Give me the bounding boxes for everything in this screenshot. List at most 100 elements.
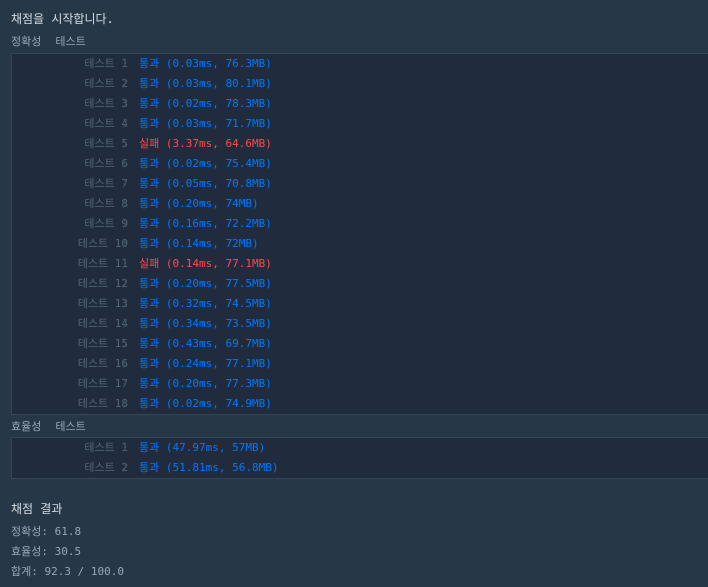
grading-output-panel: 채점을 시작합니다. 정확성 테스트 테스트 1 〉 통과 (0.03ms, 76.3… — [0, 0, 708, 587]
test-result-detail: (3.37ms, 64.6MB) — [165, 137, 272, 150]
accuracy-title-label: 정확성 — [11, 35, 42, 48]
test-result-row: 테스트 4 〉 통과 (0.03ms, 71.7MB) — [12, 114, 708, 134]
test-pass-status: 통과 (0.03ms, 80.1MB) — [139, 74, 272, 94]
test-result-row: 테스트 13 〉 통과 (0.32ms, 74.5MB) — [12, 294, 708, 314]
test-result-row: 테스트 9 〉 통과 (0.16ms, 72.2MB) — [12, 214, 708, 234]
test-result-label: 통과 — [139, 441, 160, 454]
test-pass-status: 통과 (47.97ms, 57MB) — [139, 438, 265, 458]
test-result-label: 통과 — [139, 197, 160, 210]
test-pass-status: 통과 (0.05ms, 70.8MB) — [139, 174, 272, 194]
start-message: 채점을 시작합니다. — [11, 12, 114, 26]
test-pass-status: 통과 (0.16ms, 72.2MB) — [139, 214, 272, 234]
test-result-detail: (0.20ms, 77.5MB) — [165, 277, 272, 290]
chevron-right-icon: 〉 — [122, 337, 133, 350]
test-pass-status: 통과 (0.02ms, 75.4MB) — [139, 154, 272, 174]
chevron-right-icon: 〉 — [122, 157, 133, 170]
chevron-right-icon: 〉 — [122, 297, 133, 310]
test-name: 테스트 16 — [77, 357, 128, 370]
test-result-label: 통과 — [139, 117, 160, 130]
test-pass-status: 통과 (0.14ms, 72MB) — [139, 234, 259, 254]
test-result-row: 테스트 6 〉 통과 (0.02ms, 75.4MB) — [12, 154, 708, 174]
total-score: 합계: 92.3 / 100.0 — [11, 565, 124, 578]
test-result-row: 테스트 3 〉 통과 (0.02ms, 78.3MB) — [12, 94, 708, 114]
test-result-label: 통과 — [139, 237, 160, 250]
test-result-detail: (0.20ms, 74MB) — [165, 197, 259, 210]
test-result-detail: (47.97ms, 57MB) — [165, 441, 266, 454]
test-result-detail: (0.32ms, 74.5MB) — [165, 297, 272, 310]
test-name: 테스트 17 — [77, 377, 128, 390]
test-result-detail: (0.20ms, 77.3MB) — [165, 377, 272, 390]
test-result-row: 테스트 12 〉 통과 (0.20ms, 77.5MB) — [12, 274, 708, 294]
test-result-detail: (0.24ms, 77.1MB) — [165, 357, 272, 370]
test-result-row: 테스트 17 〉 통과 (0.20ms, 77.3MB) — [12, 374, 708, 394]
test-pass-status: 통과 (0.20ms, 77.3MB) — [139, 374, 272, 394]
test-result-detail: (0.14ms, 72MB) — [165, 237, 259, 250]
test-result-detail: (0.43ms, 69.7MB) — [165, 337, 272, 350]
test-result-row: 테스트 2 〉 통과 (51.81ms, 56.8MB) — [12, 458, 708, 478]
test-result-row: 테스트 10 〉 통과 (0.14ms, 72MB) — [12, 234, 708, 254]
test-name: 테스트 11 — [77, 257, 128, 270]
chevron-right-icon: 〉 — [122, 377, 133, 390]
test-name: 테스트 14 — [77, 317, 128, 330]
test-result-row: 테스트 1 〉 통과 (47.97ms, 57MB) — [12, 438, 708, 458]
test-result-detail: (0.14ms, 77.1MB) — [165, 257, 272, 270]
chevron-right-icon: 〉 — [122, 97, 133, 110]
chevron-right-icon: 〉 — [122, 317, 133, 330]
accuracy-title-test-label: 테스트 — [55, 35, 86, 48]
chevron-right-icon: 〉 — [122, 57, 133, 70]
test-result-row: 테스트 18 〉 통과 (0.02ms, 74.9MB) — [12, 394, 708, 414]
test-result-row: 테스트 14 〉 통과 (0.34ms, 73.5MB) — [12, 314, 708, 334]
chevron-right-icon: 〉 — [122, 277, 133, 290]
chevron-right-icon: 〉 — [122, 441, 133, 454]
efficiency-title-test-label: 테스트 — [55, 420, 86, 433]
accuracy-score: 정확성: 61.8 — [11, 525, 82, 538]
chevron-right-icon: 〉 — [122, 461, 133, 474]
test-result-label: 통과 — [139, 217, 160, 230]
test-result-row: 테스트 15 〉 통과 (0.43ms, 69.7MB) — [12, 334, 708, 354]
test-name: 테스트 12 — [77, 277, 128, 290]
test-result-label: 통과 — [139, 377, 160, 390]
test-result-label: 통과 — [139, 357, 160, 370]
chevron-right-icon: 〉 — [122, 197, 133, 210]
test-name: 테스트 10 — [77, 237, 128, 250]
test-result-detail: (51.81ms, 56.8MB) — [165, 461, 279, 474]
chevron-right-icon: 〉 — [122, 237, 133, 250]
test-pass-status: 통과 (0.20ms, 74MB) — [139, 194, 259, 214]
test-result-label: 통과 — [139, 317, 160, 330]
test-pass-status: 통과 (0.03ms, 71.7MB) — [139, 114, 272, 134]
test-result-detail: (0.34ms, 73.5MB) — [165, 317, 272, 330]
test-result-detail: (0.02ms, 75.4MB) — [165, 157, 272, 170]
test-pass-status: 통과 (51.81ms, 56.8MB) — [139, 458, 278, 478]
test-pass-status: 통과 (0.03ms, 76.3MB) — [139, 54, 272, 74]
chevron-right-icon: 〉 — [122, 177, 133, 190]
chevron-right-icon: 〉 — [122, 257, 133, 270]
chevron-right-icon: 〉 — [122, 397, 133, 410]
test-result-row: 테스트 7 〉 통과 (0.05ms, 70.8MB) — [12, 174, 708, 194]
test-result-detail: (0.02ms, 74.9MB) — [165, 397, 272, 410]
test-fail-status: 실패 (0.14ms, 77.1MB) — [139, 254, 272, 274]
chevron-right-icon: 〉 — [122, 357, 133, 370]
test-pass-status: 통과 (0.20ms, 77.5MB) — [139, 274, 272, 294]
test-result-row: 테스트 16 〉 통과 (0.24ms, 77.1MB) — [12, 354, 708, 374]
test-result-label: 통과 — [139, 97, 160, 110]
test-result-row: 테스트 1 〉 통과 (0.03ms, 76.3MB) — [12, 54, 708, 74]
test-result-detail: (0.03ms, 71.7MB) — [165, 117, 272, 130]
test-result-label: 통과 — [139, 57, 160, 70]
test-result-label: 실패 — [139, 137, 160, 150]
test-result-label: 통과 — [139, 297, 160, 310]
test-result-detail: (0.02ms, 78.3MB) — [165, 97, 272, 110]
chevron-right-icon: 〉 — [122, 77, 133, 90]
chevron-right-icon: 〉 — [122, 137, 133, 150]
test-result-label: 통과 — [139, 337, 160, 350]
test-result-label: 통과 — [139, 461, 160, 474]
test-pass-status: 통과 (0.02ms, 74.9MB) — [139, 394, 272, 414]
chevron-right-icon: 〉 — [122, 217, 133, 230]
test-result-label: 실패 — [139, 257, 160, 270]
test-result-row: 테스트 11 〉 실패 (0.14ms, 77.1MB) — [12, 254, 708, 274]
test-result-row: 테스트 5 〉 실패 (3.37ms, 64.6MB) — [12, 134, 708, 154]
accuracy-results-box: 테스트 1 〉 통과 (0.03ms, 76.3MB) 테스트 2 〉 통과 (0.03m… — [11, 53, 708, 415]
test-result-label: 통과 — [139, 177, 160, 190]
test-fail-status: 실패 (3.37ms, 64.6MB) — [139, 134, 272, 154]
test-name: 테스트 18 — [77, 397, 128, 410]
efficiency-score: 효율성: 30.5 — [11, 545, 82, 558]
